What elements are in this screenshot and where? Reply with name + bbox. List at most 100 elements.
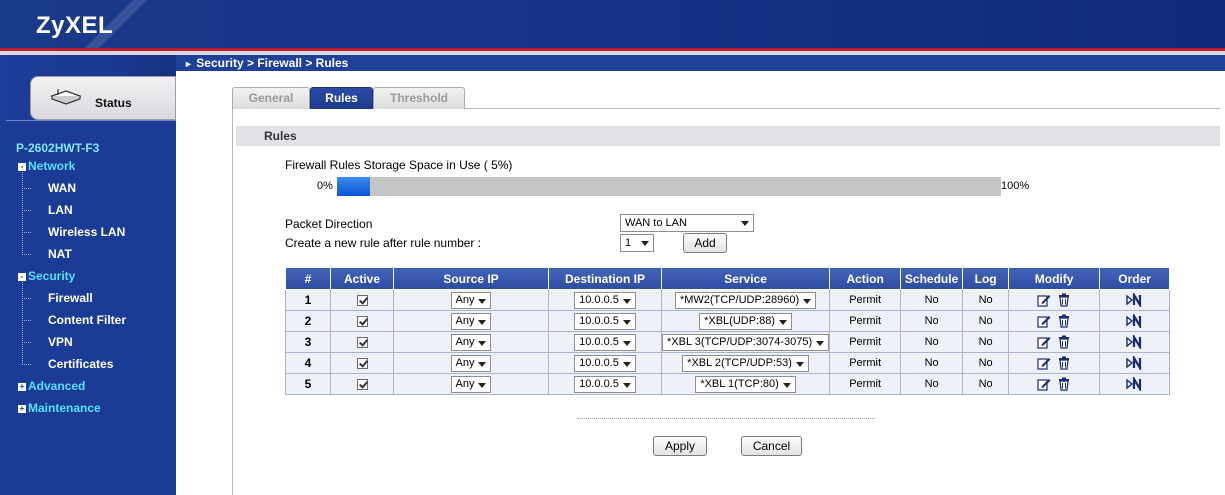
- tree-branch: [22, 364, 31, 365]
- source-ip-select[interactable]: Any: [450, 354, 492, 372]
- active-checkbox[interactable]: [356, 315, 368, 327]
- move-icon[interactable]: [1125, 377, 1144, 391]
- service-cell: *XBL 2(TCP/UDP:53): [660, 352, 831, 374]
- active-checkbox[interactable]: [356, 336, 368, 348]
- tab-threshold[interactable]: Threshold: [373, 87, 465, 109]
- active-checkbox[interactable]: [356, 294, 368, 306]
- cancel-button[interactable]: Cancel: [741, 436, 802, 456]
- service-cell: *XBL 3(TCP/UDP:3074-3075): [660, 331, 831, 353]
- router-icon: [50, 89, 82, 105]
- source-ip-cell: Any: [393, 373, 549, 395]
- edit-icon[interactable]: [1037, 356, 1051, 370]
- col-service: Service: [660, 267, 831, 290]
- storage-max-label: 100%: [1001, 180, 1030, 192]
- trash-icon[interactable]: [1057, 377, 1071, 391]
- action-cell: Permit: [829, 310, 902, 332]
- rule-number-select[interactable]: 1: [620, 234, 654, 252]
- dropdown-arrow-icon: [622, 298, 631, 304]
- menu-item-nat[interactable]: NAT: [48, 247, 72, 261]
- destination-ip-select[interactable]: 10.0.0.5: [574, 333, 636, 351]
- dropdown-arrow-icon: [803, 298, 812, 304]
- menu-item-lan[interactable]: LAN: [48, 203, 73, 217]
- edit-icon[interactable]: [1037, 314, 1051, 328]
- col-source-ip: Source IP: [393, 267, 549, 290]
- active-cell: [330, 289, 394, 311]
- table-row: 1 Any 10.0.0.5 *MW2(TCP/UDP:28960) Permit No N…: [285, 289, 1171, 311]
- source-ip-select[interactable]: Any: [450, 333, 492, 351]
- active-checkbox[interactable]: [356, 378, 368, 390]
- menu-item-vpn[interactable]: VPN: [48, 335, 73, 349]
- edit-icon[interactable]: [1037, 335, 1051, 349]
- destination-ip-select[interactable]: 10.0.0.5: [574, 375, 636, 393]
- top-header: ZyXEL: [0, 0, 1225, 50]
- service-cell: *XBL 1(TCP:80): [660, 373, 831, 395]
- edit-icon[interactable]: [1037, 377, 1051, 391]
- dropdown-arrow-icon: [478, 340, 487, 346]
- trash-icon[interactable]: [1057, 293, 1071, 307]
- move-icon[interactable]: [1125, 314, 1144, 328]
- table-row: 4 Any 10.0.0.5 *XBL 2(TCP/UDP:53) Permit No No: [285, 352, 1171, 374]
- tab-rules[interactable]: Rules: [310, 87, 373, 109]
- source-ip-select[interactable]: Any: [450, 291, 492, 309]
- move-icon[interactable]: [1125, 293, 1144, 307]
- active-cell: [330, 373, 394, 395]
- schedule-cell: No: [900, 373, 964, 395]
- schedule-cell: No: [900, 331, 964, 353]
- packet-direction-select[interactable]: WAN to LAN: [620, 214, 754, 232]
- log-cell: No: [962, 352, 1010, 374]
- tree-line-security: [22, 282, 23, 365]
- col-number: #: [285, 267, 331, 290]
- destination-ip-select[interactable]: 10.0.0.5: [574, 354, 636, 372]
- source-ip-select[interactable]: Any: [450, 312, 492, 330]
- active-checkbox[interactable]: [356, 357, 368, 369]
- service-select[interactable]: *XBL(UDP:88): [699, 312, 793, 330]
- expand-icon: +: [18, 404, 26, 413]
- menu-network[interactable]: - Network: [18, 159, 75, 173]
- service-select[interactable]: *XBL 2(TCP/UDP:53): [682, 354, 809, 372]
- section-title: Rules: [264, 129, 297, 143]
- source-ip-select[interactable]: Any: [450, 375, 492, 393]
- menu-item-content-filter[interactable]: Content Filter: [48, 313, 126, 327]
- tree-line-network: [22, 172, 23, 255]
- col-active: Active: [330, 267, 394, 290]
- destination-ip-select[interactable]: 10.0.0.5: [574, 291, 636, 309]
- table-row: 2 Any 10.0.0.5 *XBL(UDP:88) Permit No No: [285, 310, 1171, 332]
- service-select[interactable]: *MW2(TCP/UDP:28960): [674, 291, 817, 309]
- rule-number: 5: [285, 373, 331, 395]
- add-button[interactable]: Add: [683, 233, 727, 253]
- dropdown-arrow-icon: [795, 361, 804, 367]
- menu-item-certificates[interactable]: Certificates: [48, 357, 113, 371]
- col-log: Log: [962, 267, 1010, 290]
- menu-advanced[interactable]: + Advanced: [18, 379, 85, 393]
- modify-cell: [1008, 352, 1101, 374]
- menu-item-wireless-lan[interactable]: Wireless LAN: [48, 225, 125, 239]
- zyxel-logo: ZyXEL: [36, 12, 114, 39]
- trash-icon[interactable]: [1057, 335, 1071, 349]
- apply-button[interactable]: Apply: [653, 436, 707, 456]
- packet-direction-label: Packet Direction: [285, 217, 373, 231]
- schedule-cell: No: [900, 310, 964, 332]
- service-select[interactable]: *XBL 1(TCP:80): [695, 375, 796, 393]
- menu-maintenance[interactable]: + Maintenance: [18, 401, 101, 415]
- section-header: [236, 126, 1220, 146]
- move-icon[interactable]: [1125, 356, 1144, 370]
- modify-cell: [1008, 373, 1101, 395]
- service-select[interactable]: *XBL 3(TCP/UDP:3074-3075): [662, 333, 830, 351]
- dropdown-arrow-icon: [782, 382, 791, 388]
- trash-icon[interactable]: [1057, 314, 1071, 328]
- menu-security[interactable]: - Security: [18, 269, 75, 283]
- col-action: Action: [829, 267, 902, 290]
- menu-item-wan[interactable]: WAN: [48, 181, 76, 195]
- trash-icon[interactable]: [1057, 356, 1071, 370]
- destination-ip-cell: 10.0.0.5: [548, 289, 662, 311]
- status-button[interactable]: Status: [30, 76, 176, 120]
- destination-ip-select[interactable]: 10.0.0.5: [574, 312, 636, 330]
- move-icon[interactable]: [1125, 335, 1144, 349]
- dropdown-arrow-icon: [622, 382, 631, 388]
- tree-branch: [22, 232, 31, 233]
- rule-number: 4: [285, 352, 331, 374]
- order-cell: [1099, 331, 1171, 353]
- edit-icon[interactable]: [1037, 293, 1051, 307]
- tab-general[interactable]: General: [232, 87, 310, 109]
- menu-item-firewall[interactable]: Firewall: [48, 291, 93, 305]
